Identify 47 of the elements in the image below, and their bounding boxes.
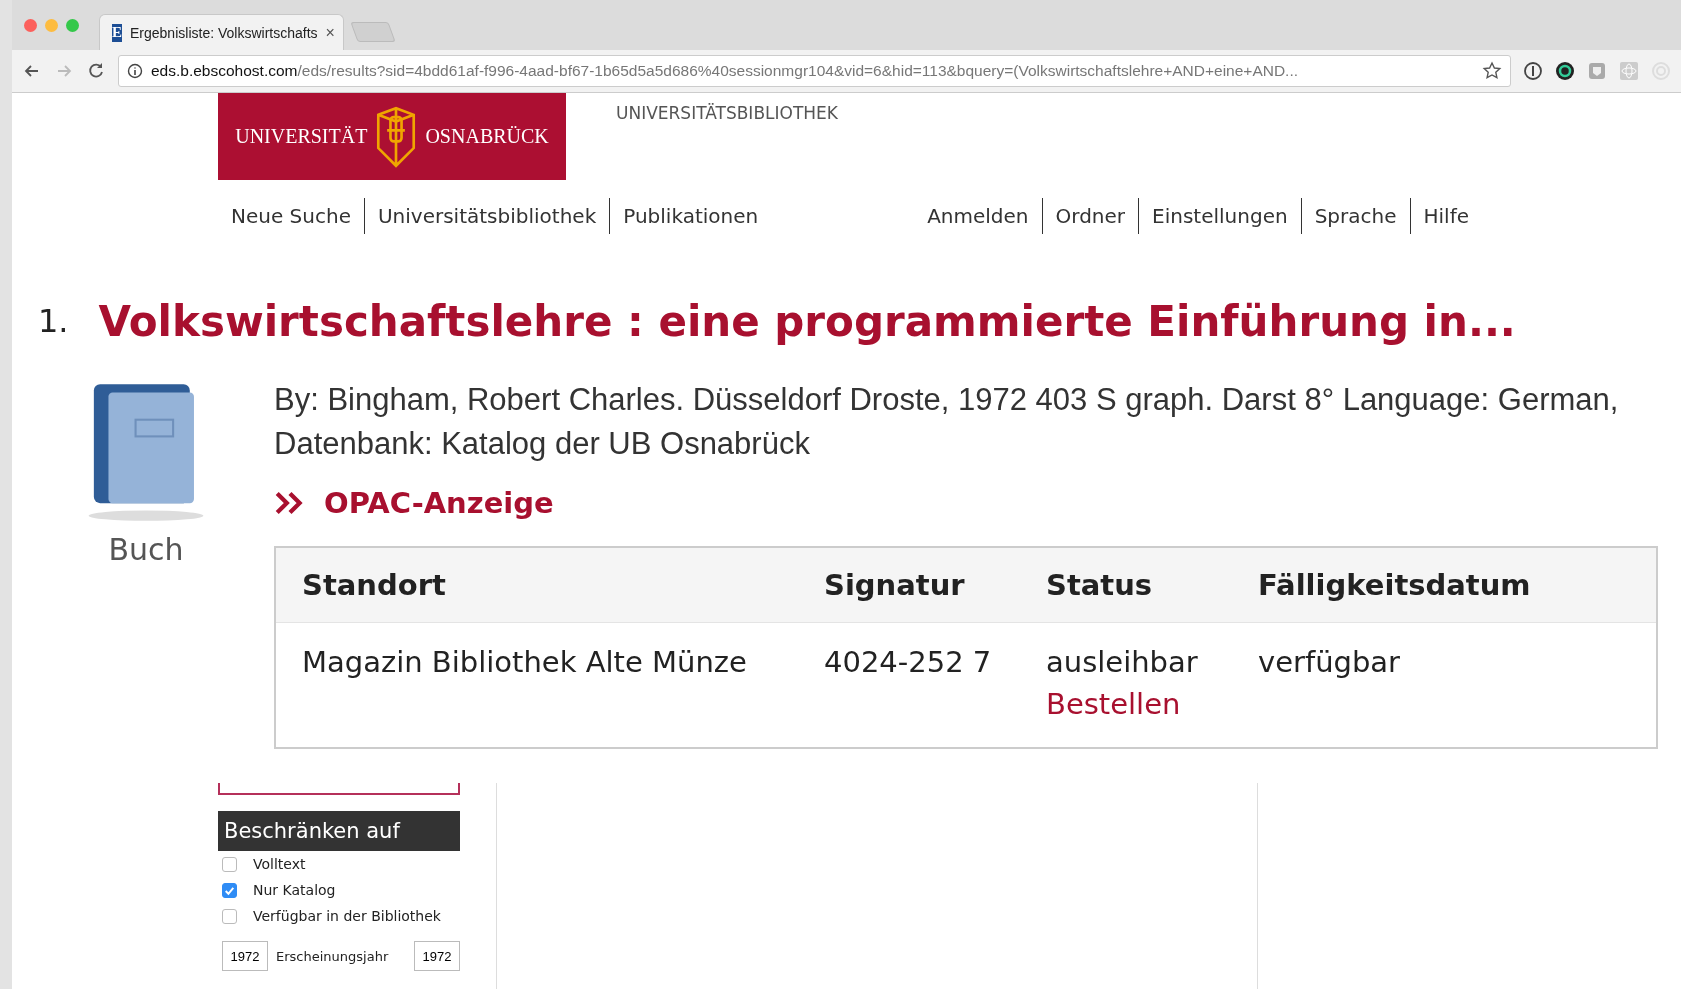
checkbox[interactable] bbox=[222, 856, 237, 872]
window-minimize-control[interactable] bbox=[45, 18, 58, 32]
year-label: Erscheinungsjahr bbox=[276, 948, 390, 964]
filter-label: Volltext bbox=[253, 856, 306, 872]
year-to-field[interactable]: 1972 bbox=[414, 941, 460, 971]
nav-link[interactable]: Universitätsbibliothek bbox=[363, 198, 610, 234]
star-icon[interactable] bbox=[1482, 61, 1502, 81]
browser-tab[interactable]: E Ergebnisliste: Volkswirtschafts × bbox=[99, 14, 344, 50]
extension-icon[interactable] bbox=[1555, 61, 1575, 81]
opac-link[interactable]: OPAC-Anzeige bbox=[324, 486, 554, 520]
table-cell-text: ausleihbar bbox=[1046, 644, 1199, 681]
university-logo[interactable]: UNIVERSITÄT OSNABRÜCK bbox=[218, 93, 566, 180]
nav-link[interactable]: Hilfe bbox=[1409, 198, 1482, 234]
window-close-control[interactable] bbox=[24, 18, 37, 32]
nav-link[interactable]: Publikationen bbox=[609, 198, 772, 234]
new-tab-button[interactable] bbox=[350, 22, 396, 42]
result-number: 1. bbox=[38, 302, 69, 340]
extension-icon[interactable] bbox=[1523, 61, 1543, 81]
filter-label: Nur Katalog bbox=[253, 882, 336, 898]
sidebar-heading: Beschränken auf bbox=[218, 811, 460, 851]
filter-label: Verfügbar in der Bibliothek bbox=[253, 908, 441, 924]
info-icon bbox=[127, 63, 143, 79]
table-cell: 4024-252 7 bbox=[824, 645, 992, 679]
order-link[interactable]: Bestellen bbox=[1046, 683, 1206, 725]
nav-link[interactable]: Einstellungen bbox=[1138, 198, 1301, 234]
column-header: Status bbox=[1020, 547, 1232, 623]
window-zoom-control[interactable] bbox=[66, 18, 79, 32]
table-cell: Magazin Bibliothek Alte Münze bbox=[302, 645, 747, 679]
nav-link[interactable]: Sprache bbox=[1300, 198, 1410, 234]
site-label: UNIVERSITÄTSBIBLIOTHEK bbox=[616, 103, 838, 125]
column-header: Standort bbox=[275, 547, 798, 623]
atom-icon[interactable] bbox=[1619, 61, 1639, 81]
tab-close-button[interactable]: × bbox=[325, 23, 335, 42]
checkbox[interactable] bbox=[222, 908, 237, 924]
year-from-field[interactable]: 1972 bbox=[222, 941, 268, 971]
checkbox[interactable] bbox=[222, 882, 237, 898]
record-details: By: Bingham, Robert Charles. Düsseldorf Droste, 1972 403 S graph. Darst 8° Language: German, Datenbank: Katalog der UB Osnabrück bbox=[274, 381, 1620, 463]
nav-link[interactable]: Ordner bbox=[1041, 198, 1139, 234]
column-header: Fälligkeitsdatum bbox=[1232, 547, 1657, 623]
favicon: E bbox=[112, 23, 122, 42]
nav-link[interactable]: Neue Suche bbox=[218, 198, 364, 234]
column-header: Signatur bbox=[798, 547, 1020, 623]
nav-link[interactable]: Anmelden bbox=[914, 198, 1042, 234]
address-bar[interactable]: eds.b.ebscohost.com/eds/results?sid=4bdd61af-f996-4aad-bf67-1b65d5a5d686%40sessionmgr104&vid=6&hid=113&bquery=(Volkswirtschaftslehre+AND+eine+AND... bbox=[118, 55, 1511, 87]
result-title-link[interactable]: Volkswirtschaftslehre : eine programmierte Einführung in... bbox=[98, 296, 1516, 346]
type-label: Buch bbox=[108, 532, 184, 567]
table-cell: verfügbar bbox=[1258, 645, 1401, 679]
